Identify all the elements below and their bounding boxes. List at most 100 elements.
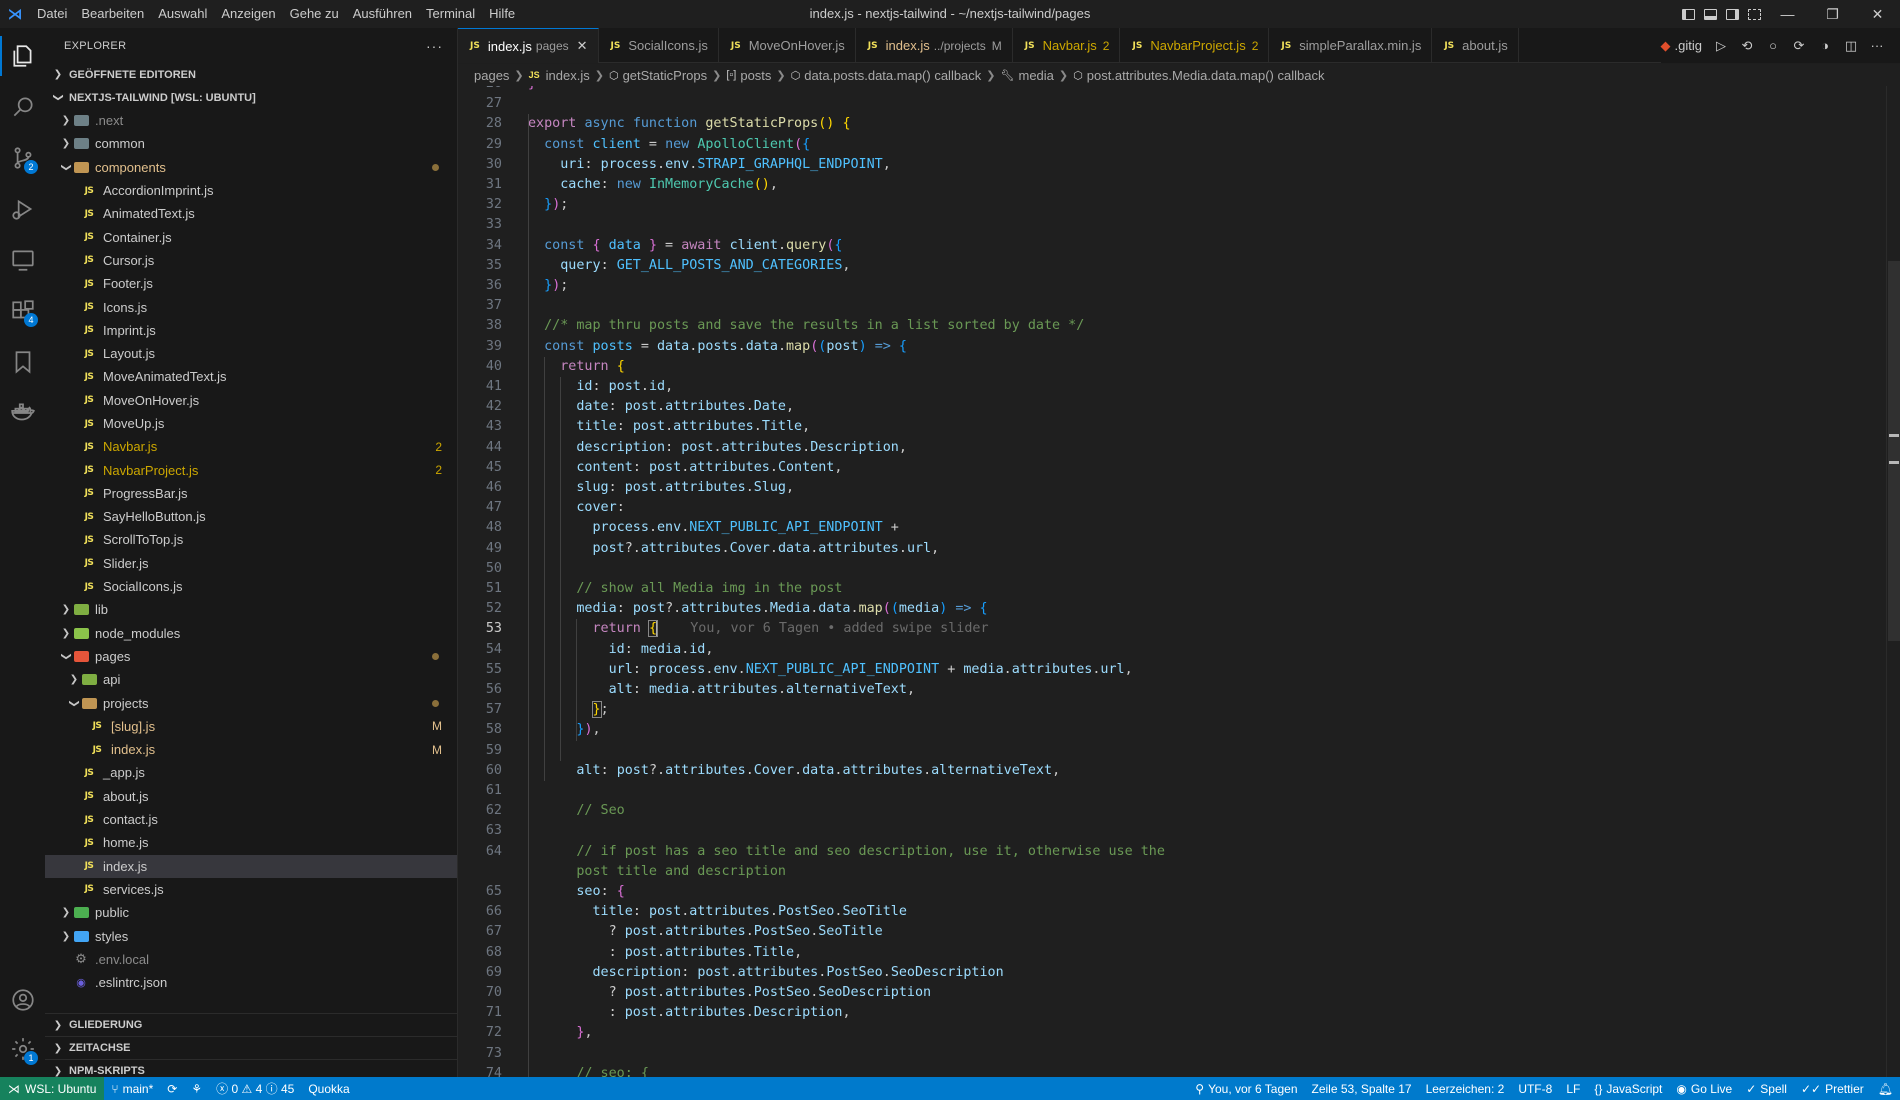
toggle-panel-icon[interactable] [1699,0,1721,28]
file-item[interactable]: JS SayHelloButton.js [45,505,457,528]
folder-item[interactable]: ❯ common [45,132,457,155]
source-control-icon[interactable]: 2 [0,134,45,182]
prettier-button[interactable]: ✓✓ Prettier [1794,1082,1871,1096]
extensions-icon[interactable]: 4 [0,287,45,335]
editor-scrollbar[interactable] [1886,86,1900,1077]
breadcrumb-item[interactable]: index.js [546,68,590,83]
folder-item[interactable]: ❯ styles [45,924,457,947]
sync-button[interactable]: ⟳ [160,1082,184,1096]
explorer-more-actions-button[interactable]: ··· [426,38,443,54]
timeline-section[interactable]: ❯ ZEITACHSE [45,1036,457,1059]
folder-item[interactable]: ❯ api [45,668,457,691]
folder-item[interactable]: ❯ pages [45,645,457,668]
file-item[interactable]: JS Slider.js [45,552,457,575]
menu-item[interactable]: Datei [30,0,74,28]
remote-indicator[interactable]: ⋊ WSL: Ubuntu [0,1077,105,1100]
editor-tab[interactable]: JS simpleParallax.min.js [1269,28,1433,63]
go-live-button[interactable]: ◉ Go Live [1669,1082,1739,1096]
timeline-icon[interactable]: ◑ [1812,38,1838,53]
file-item[interactable]: JS services.js [45,878,457,901]
file-item[interactable]: JS contact.js [45,808,457,831]
file-item[interactable]: JS MoveOnHover.js [45,389,457,412]
run-debug-icon[interactable] [0,185,45,233]
file-item[interactable]: JS AccordionImprint.js [45,179,457,202]
go-forward-icon[interactable]: ⟳ [1786,38,1812,54]
file-item[interactable]: JS MoveUp.js [45,412,457,435]
restore-button[interactable]: ❐ [1810,0,1855,28]
run-icon[interactable]: ▷ [1708,38,1734,54]
file-item[interactable]: JS Navbar.js 2 [45,435,457,458]
folder-item[interactable]: ❯ lib [45,598,457,621]
file-item[interactable]: JS Layout.js [45,342,457,365]
folder-item[interactable]: ❯ public [45,901,457,924]
menu-item[interactable]: Terminal [419,0,482,28]
settings-gear-icon[interactable]: 1 [0,1025,45,1073]
folder-item[interactable]: ❯ node_modules [45,622,457,645]
indentation[interactable]: Leerzeichen: 2 [1419,1082,1512,1096]
file-item[interactable]: JS Container.js [45,225,457,248]
customize-layout-icon[interactable] [1743,0,1765,28]
git-blame-indicator[interactable]: ⚲ You, vor 6 Tagen [1188,1082,1304,1096]
file-item[interactable]: JS Footer.js [45,272,457,295]
minimize-button[interactable]: — [1765,0,1810,28]
open-editors-section[interactable]: ❯ GEÖFFNETE EDITOREN [45,63,457,86]
file-item[interactable]: ⚙ .env.local [45,948,457,971]
end-of-line[interactable]: LF [1559,1082,1587,1096]
code-editor[interactable]: 26} 27 28 export async function getStaticPr… [458,86,1900,1077]
live-share-button[interactable]: ⚘ [184,1082,209,1096]
file-item[interactable]: JS Imprint.js [45,319,457,342]
menu-item[interactable]: Bearbeiten [74,0,151,28]
branch-indicator[interactable]: ⑂ main* [104,1082,160,1096]
folder-item[interactable]: ❯ projects [45,691,457,714]
file-item[interactable]: JS home.js [45,831,457,854]
problems-indicator[interactable]: ⓧ 0 ⚠ 4 ⓘ 45 [209,1080,301,1097]
editor-tab[interactable]: JS NavbarProject.js 2 [1120,28,1270,63]
bookmarks-icon[interactable] [0,338,45,386]
menu-item[interactable]: Anzeigen [214,0,282,28]
more-actions-icon[interactable]: ··· [1864,38,1890,53]
breadcrumb-item[interactable]: data.posts.data.map() callback [804,68,981,83]
file-item[interactable]: JS _app.js [45,761,457,784]
language-mode[interactable]: {} JavaScript [1587,1082,1669,1096]
file-item[interactable]: JS Icons.js [45,295,457,318]
editor-tab[interactable]: JS index.js ../projects M [856,28,1013,63]
breadcrumb-item[interactable]: pages [474,68,509,83]
folder-item[interactable]: ❯ .next [45,109,457,132]
toggle-secondary-sidebar-icon[interactable] [1721,0,1743,28]
file-item[interactable]: JS index.js M [45,738,457,761]
go-back-icon[interactable]: ⟲ [1734,38,1760,54]
accounts-icon[interactable] [0,976,45,1024]
menu-item[interactable]: Auswahl [151,0,214,28]
cursor-position[interactable]: Zeile 53, Spalte 17 [1305,1082,1419,1096]
toggle-primary-sidebar-icon[interactable] [1677,0,1699,28]
docker-icon[interactable] [0,389,45,437]
search-icon[interactable] [0,83,45,131]
file-item[interactable]: JS AnimatedText.js [45,202,457,225]
editor-tab[interactable]: JS about.js [1432,28,1519,63]
file-item[interactable]: ◉ .eslintrc.json [45,971,457,994]
editor-tab[interactable]: JS MoveOnHover.js [719,28,856,63]
file-item[interactable]: JS NavbarProject.js 2 [45,458,457,481]
editor-tab[interactable]: JS Navbar.js 2 [1013,28,1121,63]
quokka-button[interactable]: Quokka [301,1082,356,1096]
scrollbar-thumb[interactable] [1888,261,1900,641]
file-item[interactable]: JS index.js [45,854,457,878]
file-item[interactable]: JS MoveAnimatedText.js [45,365,457,388]
menu-item[interactable]: Ausführen [346,0,419,28]
file-item[interactable]: JS about.js [45,785,457,808]
file-item[interactable]: JS [slug].js M [45,715,457,738]
notifications-button[interactable]: 🔔︎ [1871,1082,1900,1096]
file-item[interactable]: JS ProgressBar.js [45,482,457,505]
breadcrumb-item[interactable]: getStaticProps [623,68,708,83]
workspace-section[interactable]: ❯ NEXTJS-TAILWIND [WSL: UBUNTU] [45,86,457,109]
gitignore-tab[interactable]: ◆ .gitig [1661,38,1702,54]
split-editor-icon[interactable]: ◫ [1838,38,1864,54]
editor-tab[interactable]: JS index.js pages ✕ [458,28,599,63]
file-item[interactable]: JS Cursor.js [45,249,457,272]
encoding[interactable]: UTF-8 [1511,1082,1559,1096]
outline-section[interactable]: ❯ GLIEDERUNG [45,1013,457,1036]
file-item[interactable]: JS SocialIcons.js [45,575,457,598]
remote-explorer-icon[interactable] [0,236,45,284]
breadcrumb-item[interactable]: media [1018,68,1053,83]
breadcrumb-item[interactable]: posts [740,68,771,83]
